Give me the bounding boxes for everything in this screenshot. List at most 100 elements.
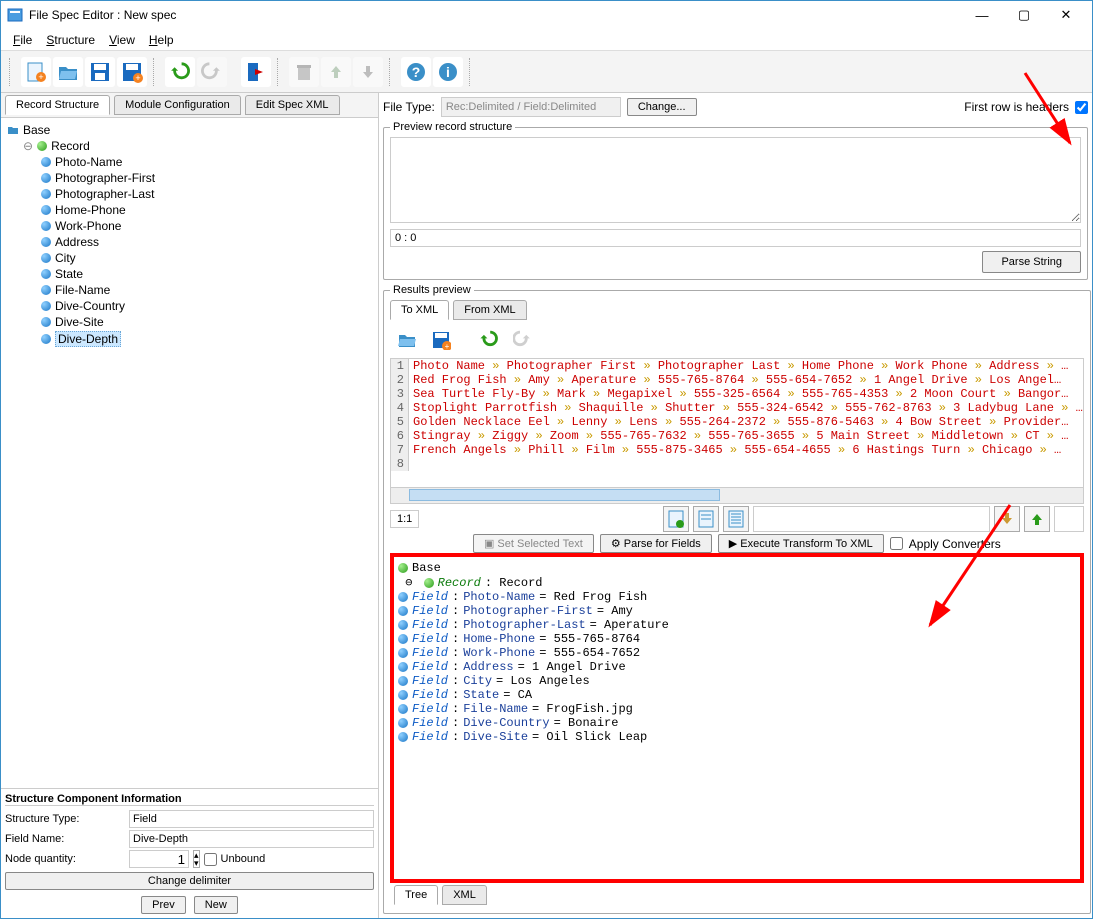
- unbound-checkbox[interactable]: [204, 853, 217, 866]
- tree-field[interactable]: Work-Phone: [55, 219, 121, 233]
- node-qty-label: Node quantity:: [5, 853, 125, 865]
- svg-text:+: +: [38, 72, 43, 82]
- tree-field[interactable]: Photographer-First: [55, 171, 155, 185]
- close-button[interactable]: ✕: [1046, 3, 1086, 27]
- delete-button[interactable]: [289, 57, 319, 87]
- menu-structure[interactable]: Structure: [40, 31, 101, 49]
- field-icon: [41, 285, 51, 295]
- node-qty-input[interactable]: [129, 850, 189, 868]
- tree-field[interactable]: City: [55, 251, 76, 265]
- window-title: File Spec Editor : New spec: [29, 8, 962, 22]
- arrow-up-icon[interactable]: [1024, 506, 1050, 532]
- svg-text:+: +: [135, 73, 140, 83]
- move-up-button[interactable]: [321, 57, 351, 87]
- svg-text:?: ?: [412, 64, 421, 80]
- new-file-button[interactable]: +: [21, 57, 51, 87]
- apply-converters-label: Apply Converters: [909, 537, 1001, 551]
- svg-text:+: +: [445, 342, 450, 350]
- execute-transform-button[interactable]: ▶ Execute Transform To XML: [718, 534, 884, 553]
- record-icon: [37, 141, 47, 151]
- field-icon: [41, 157, 51, 167]
- tree-field[interactable]: Home-Phone: [55, 203, 126, 217]
- maximize-button[interactable]: ▢: [1004, 3, 1044, 27]
- view-mode-2-icon[interactable]: [693, 506, 719, 532]
- minimize-button[interactable]: —: [962, 3, 1002, 27]
- help-button[interactable]: ?: [401, 57, 431, 87]
- parse-for-fields-button[interactable]: ⚙ Parse for Fields: [600, 534, 712, 553]
- change-filetype-button[interactable]: Change...: [627, 98, 697, 116]
- arrow-down-icon[interactable]: [994, 506, 1020, 532]
- save-as-button[interactable]: +: [117, 57, 147, 87]
- view-mode-1-icon[interactable]: [663, 506, 689, 532]
- field-icon: [41, 205, 51, 215]
- first-row-headers-checkbox[interactable]: [1075, 101, 1088, 114]
- tree-field[interactable]: Address: [55, 235, 99, 249]
- exit-button[interactable]: [241, 57, 271, 87]
- results-code-area[interactable]: 1Photo Name » Photographer First » Photo…: [390, 358, 1084, 488]
- tree-field[interactable]: Dive-Depth: [55, 331, 121, 347]
- tree-field[interactable]: Dive-Country: [55, 299, 125, 313]
- view-mode-3-icon[interactable]: [723, 506, 749, 532]
- results-hscroll[interactable]: [390, 488, 1084, 504]
- field-icon: [41, 317, 51, 327]
- info-button[interactable]: i: [433, 57, 463, 87]
- prev-button[interactable]: Prev: [141, 896, 186, 914]
- open-file-button[interactable]: [53, 57, 83, 87]
- results-save-button[interactable]: +: [426, 325, 456, 355]
- unbound-label: Unbound: [221, 853, 266, 865]
- save-button[interactable]: [85, 57, 115, 87]
- tree-field[interactable]: File-Name: [55, 283, 110, 297]
- status-blank-2: [1054, 506, 1084, 532]
- output-tree[interactable]: Base ⊖ Record: Record Field: Photo-Name …: [390, 553, 1084, 883]
- structure-tree[interactable]: Base ⊖Record Photo-NamePhotographer-Firs…: [1, 117, 378, 788]
- menu-view[interactable]: View: [103, 31, 141, 49]
- tab-from-xml[interactable]: From XML: [453, 300, 526, 320]
- field-name-input[interactable]: [129, 830, 374, 848]
- tab-to-xml[interactable]: To XML: [390, 300, 449, 320]
- field-icon: [41, 221, 51, 231]
- tab-record-structure[interactable]: Record Structure: [5, 95, 110, 115]
- field-icon: [41, 253, 51, 263]
- menu-help[interactable]: Help: [143, 31, 180, 49]
- tree-record[interactable]: Record: [51, 139, 90, 153]
- results-redo-button[interactable]: [508, 325, 538, 355]
- parse-string-button[interactable]: Parse String: [982, 251, 1081, 273]
- tab-edit-spec-xml[interactable]: Edit Spec XML: [245, 95, 340, 115]
- file-type-field: [441, 97, 621, 117]
- first-row-headers-label: First row is headers: [964, 100, 1069, 114]
- preview-status: 0 : 0: [390, 229, 1081, 247]
- status-blank-1: [753, 506, 990, 532]
- preview-record-textarea[interactable]: [390, 137, 1081, 223]
- tree-field[interactable]: State: [55, 267, 83, 281]
- field-icon: [41, 334, 51, 344]
- tab-xml[interactable]: XML: [442, 885, 487, 905]
- tab-tree[interactable]: Tree: [394, 885, 438, 905]
- set-selected-text-button: ▣ Set Selected Text: [473, 534, 594, 553]
- tree-field[interactable]: Dive-Site: [55, 315, 104, 329]
- tab-module-configuration[interactable]: Module Configuration: [114, 95, 241, 115]
- field-name-label: Field Name:: [5, 833, 125, 845]
- svg-text:i: i: [446, 64, 450, 80]
- preview-legend: Preview record structure: [390, 121, 515, 133]
- file-type-label: File Type:: [383, 100, 435, 114]
- undo-button[interactable]: [165, 57, 195, 87]
- change-delimiter-button[interactable]: Change delimiter: [5, 872, 374, 890]
- structure-type-field[interactable]: [129, 810, 374, 828]
- menu-file[interactable]: File: [7, 31, 38, 49]
- field-icon: [41, 189, 51, 199]
- move-down-button[interactable]: [353, 57, 383, 87]
- info-heading: Structure Component Information: [5, 793, 374, 806]
- results-undo-button[interactable]: [474, 325, 504, 355]
- field-icon: [41, 301, 51, 311]
- new-button[interactable]: New: [194, 896, 238, 914]
- field-icon: [41, 237, 51, 247]
- node-qty-spinner[interactable]: ▴▾: [193, 850, 200, 868]
- cursor-position: 1:1: [390, 510, 419, 528]
- results-open-button[interactable]: [392, 325, 422, 355]
- structure-type-label: Structure Type:: [5, 813, 125, 825]
- tree-base[interactable]: Base: [23, 123, 50, 137]
- apply-converters-checkbox[interactable]: [890, 537, 903, 550]
- redo-button[interactable]: [197, 57, 227, 87]
- tree-field[interactable]: Photo-Name: [55, 155, 122, 169]
- tree-field[interactable]: Photographer-Last: [55, 187, 154, 201]
